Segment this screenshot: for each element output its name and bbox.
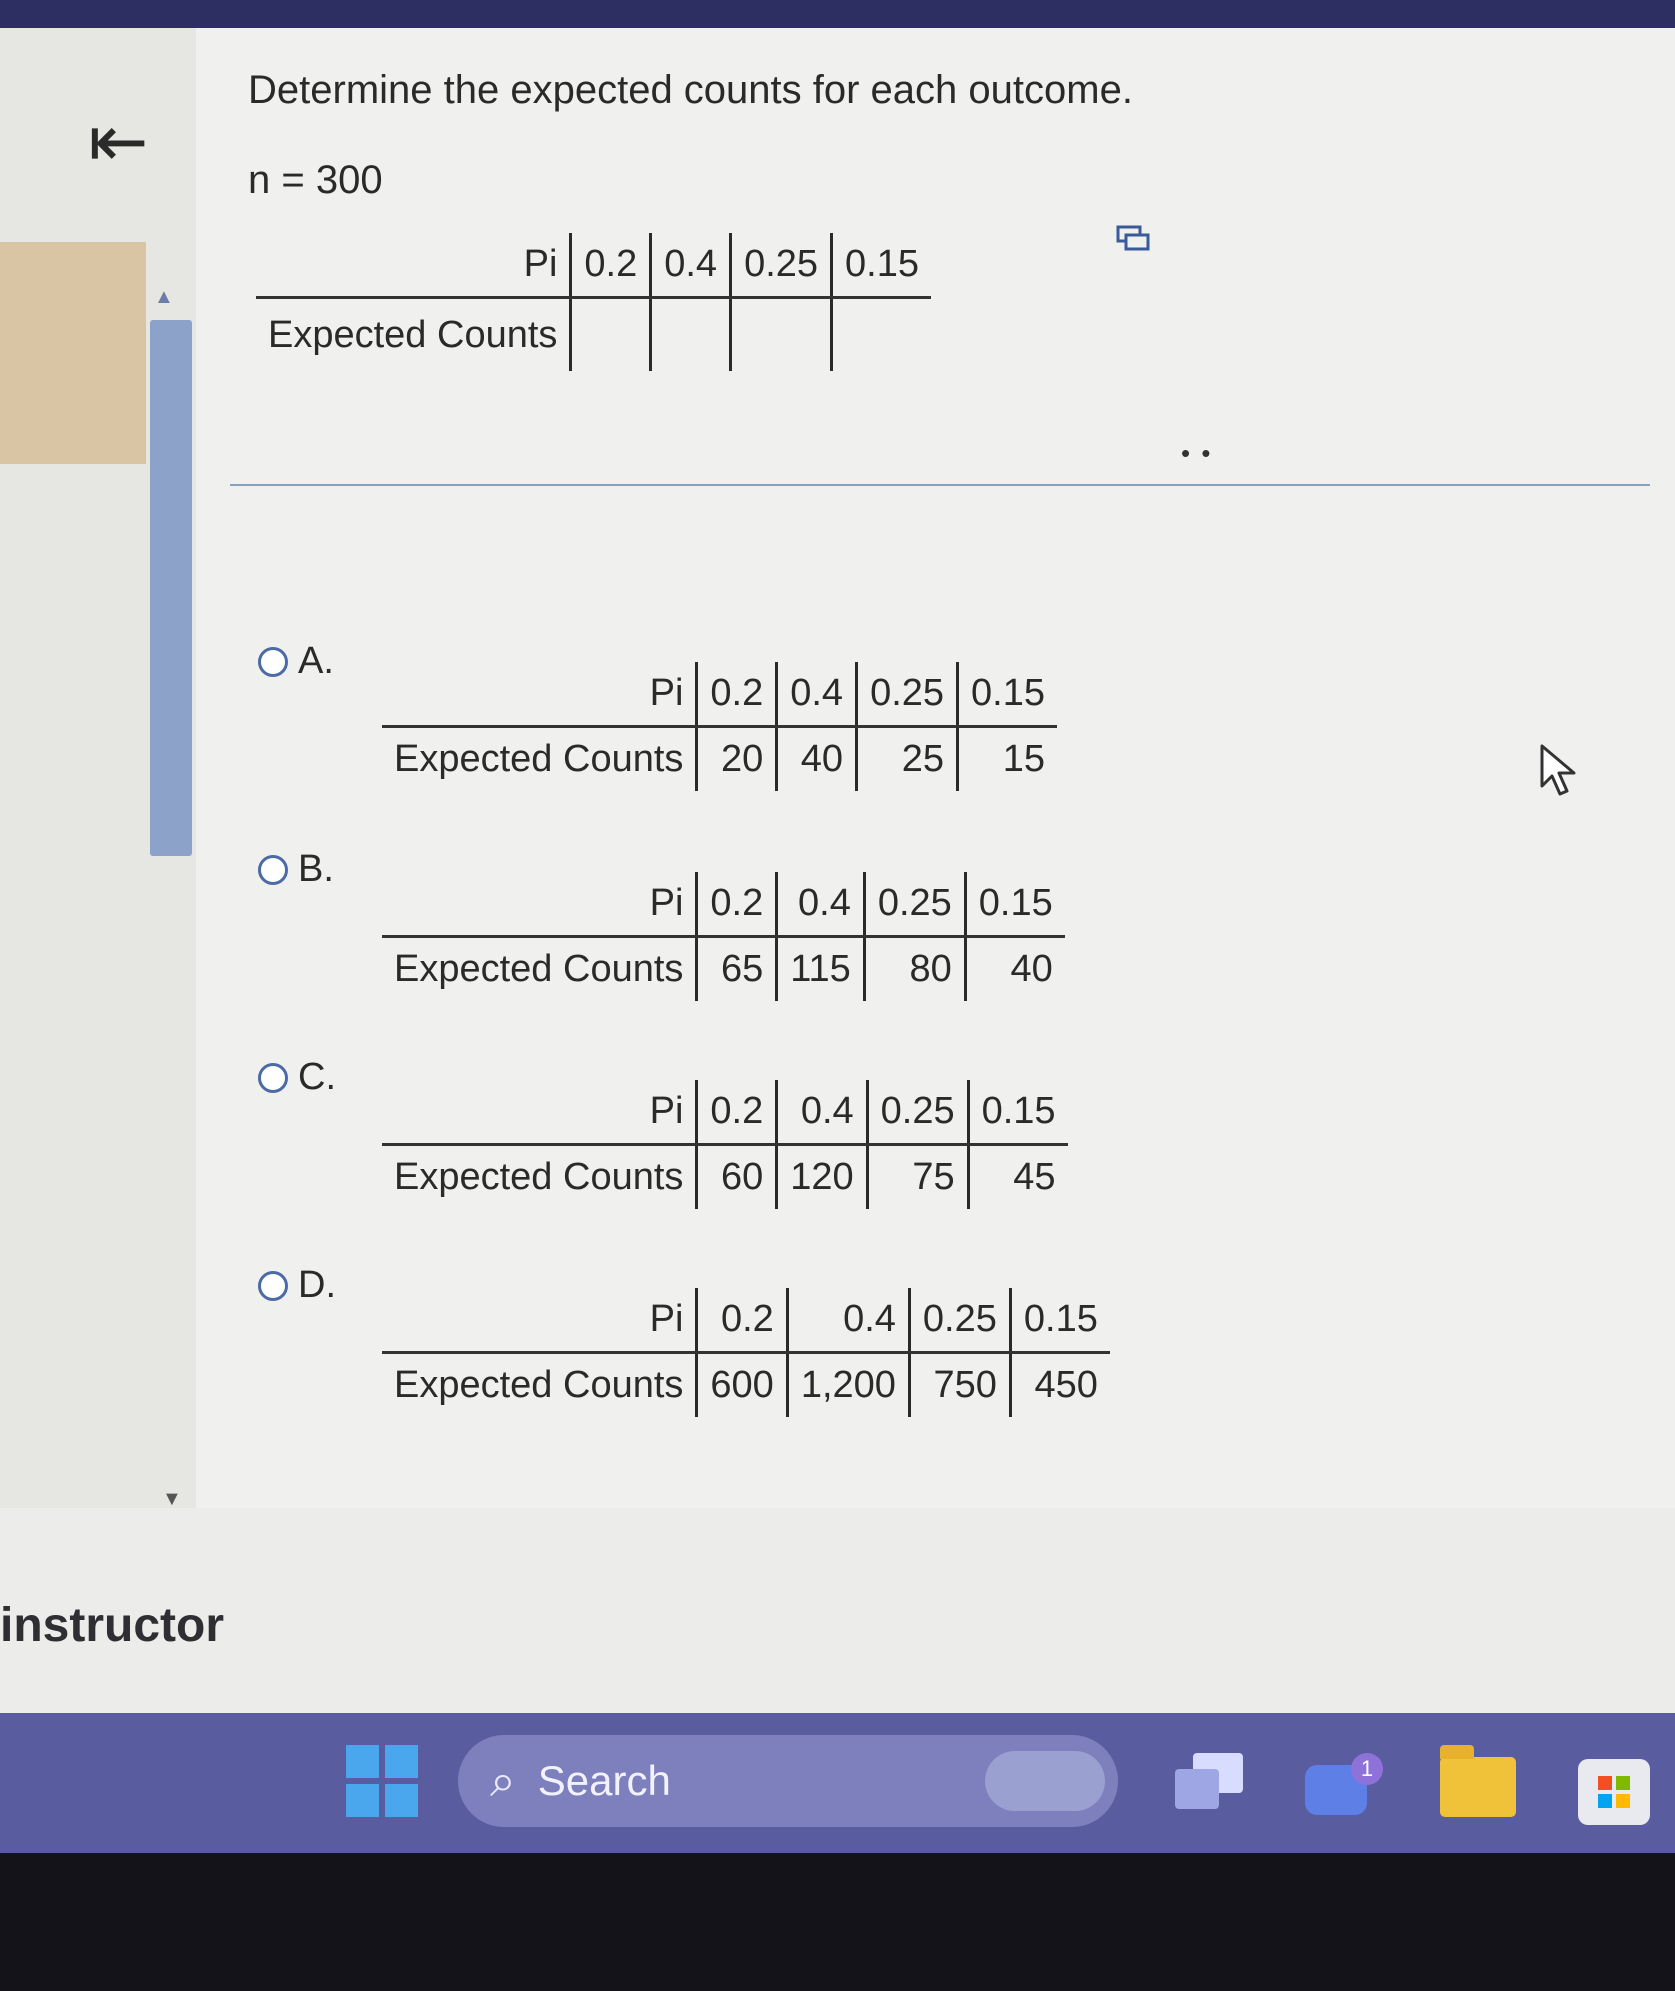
notification-badge: 1 [1351,1753,1383,1785]
prob-cell: 0.25 [909,1288,1012,1354]
row-label-p: Pi [382,1288,699,1354]
sample-size: n = 300 [248,158,383,202]
count-cell-empty [730,297,834,371]
count-cell-empty [570,297,653,371]
prob-cell: 0.4 [776,1080,869,1146]
option-d[interactable]: D. [258,1264,336,1307]
count-cell: 60 [696,1144,779,1209]
count-cell-empty [650,297,733,371]
count-cell: 80 [864,936,967,1001]
prob-cell: 0.25 [864,872,967,938]
prob-cell: 0.4 [787,1288,911,1354]
count-cell: 45 [1013,1156,1056,1198]
row-label-counts: Expected Counts [382,1144,699,1209]
scroll-down-arrow-icon[interactable]: ▼ [162,1488,182,1511]
count-cell: 40 [1010,948,1053,990]
prob-cell: 0.4 [650,233,733,299]
prob-cell: 0.15 [831,233,931,299]
prob-cell: 0.25 [730,233,834,299]
count-cell: 25 [856,726,960,791]
more-dots-icon[interactable]: • • [1181,438,1212,469]
row-label-p: Pi [382,872,699,938]
radio-c[interactable] [258,1062,288,1093]
row-label-counts: Expected Counts [256,297,573,371]
count-cell: 115 [776,936,866,1001]
row-label-counts: Expected Counts [382,936,699,1001]
radio-a[interactable] [258,646,288,677]
count-cell: 65 [696,936,779,1001]
chat-icon[interactable]: 1 [1305,1753,1385,1817]
radio-d[interactable] [258,1270,288,1301]
prob-cell: 0.25 [856,662,960,728]
prob-cell: 0.15 [957,662,1057,728]
count-cell: 600 [696,1352,789,1417]
prob-cell: 0.15 [1010,1288,1110,1354]
taskbar: ⌕ Search 1 [0,1713,1675,1853]
prob-cell: 0.4 [776,662,859,728]
count-cell: 75 [867,1144,970,1209]
count-cell: 20 [696,726,779,791]
prob-cell: 0.2 [696,662,779,728]
prob-cell: 0.2 [696,872,779,938]
section-divider [230,484,1650,486]
prob-cell: 0.15 [965,872,1065,938]
search-icon: ⌕ [490,1754,516,1806]
option-c[interactable]: C. [258,1056,336,1099]
prob-cell: 0.2 [696,1288,789,1354]
collapse-panel-icon[interactable]: ⇤ [88,106,148,178]
option-letter: D. [298,1264,336,1306]
count-cell: 1,200 [787,1352,911,1417]
row-label-p: Pi [382,662,699,728]
prob-cell: 0.15 [968,1080,1068,1146]
task-view-icon[interactable] [1175,1753,1245,1809]
prob-cell: 0.25 [867,1080,970,1146]
widgets-icon[interactable] [985,1751,1105,1811]
option-b-table: Pi 0.2 0.4 0.25 0.15 Expected Counts 65 … [382,872,1065,1001]
row-label-p: Pi [256,233,573,299]
option-a-table: Pi 0.2 0.4 0.25 0.15 Expected Counts 20 … [382,662,1057,791]
option-letter: C. [298,1056,336,1098]
radio-b[interactable] [258,854,288,885]
option-letter: B. [298,848,334,890]
start-windows-icon[interactable] [346,1745,418,1817]
count-cell: 450 [1034,1364,1098,1406]
option-letter: A. [298,640,334,682]
count-cell-empty [832,298,931,372]
scrollbar-thumb[interactable] [150,320,192,856]
question-panel: Determine the expected counts for each o… [196,28,1675,1508]
count-cell: 750 [909,1352,1012,1417]
row-label-counts: Expected Counts [382,1352,699,1417]
question-table: Pi 0.2 0.4 0.25 0.15 Expected Counts [256,233,931,371]
screen: ⇤ ▲ ▼ Determine the expected counts for … [0,28,1675,1713]
instructor-label: instructor [0,1599,225,1652]
count-cell: 40 [776,726,859,791]
search-label: Search [537,1757,671,1804]
store-icon[interactable] [1578,1759,1650,1825]
count-cell: 15 [1002,738,1045,780]
row-label-p: Pi [382,1080,699,1146]
row-label-counts: Expected Counts [382,726,699,791]
question-prompt: Determine the expected counts for each o… [248,68,1133,112]
file-explorer-icon[interactable] [1440,1745,1516,1817]
prob-cell: 0.2 [570,233,653,299]
option-d-table: Pi 0.2 0.4 0.25 0.15 Expected Counts 600… [382,1288,1110,1417]
count-cell: 120 [776,1144,869,1209]
sidebar-highlight [0,242,146,464]
scroll-up-arrow-icon[interactable]: ▲ [154,286,174,309]
copy-icon[interactable] [1116,225,1150,253]
prob-cell: 0.4 [776,872,866,938]
mouse-cursor-icon [1540,744,1576,796]
option-c-table: Pi 0.2 0.4 0.25 0.15 Expected Counts 60 … [382,1080,1068,1209]
prob-cell: 0.2 [696,1080,779,1146]
option-a[interactable]: A. [258,640,334,683]
option-b[interactable]: B. [258,848,334,891]
left-pane: ⇤ ▲ ▼ [0,28,197,1511]
